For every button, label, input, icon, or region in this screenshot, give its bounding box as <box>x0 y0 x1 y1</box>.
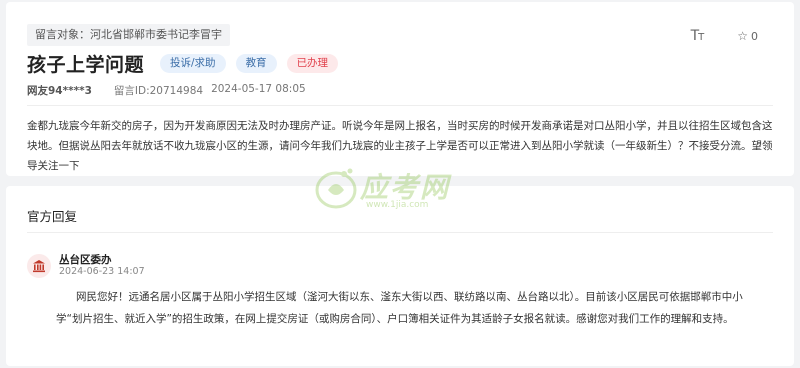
author-name: 网友94****3 <box>27 85 92 97</box>
category-badge: 教育 <box>235 54 277 73</box>
reply-org-name: 丛台区委办 <box>59 254 112 266</box>
message-target-tag: 留言对象：河北省邯郸市委书记李冒宇 <box>27 24 230 46</box>
reply-date: 2024-06-23 14:07 <box>59 266 145 277</box>
divider <box>27 105 773 106</box>
message-id: 留言ID:20714984 <box>113 85 204 97</box>
reply-heading: 官方回复 <box>27 209 78 224</box>
font-size-icon[interactable]: TT <box>691 28 705 44</box>
official-reply-card: 官方回复 丛台区委办 2024-06-23 14:07 网民您好！远通名居小区属… <box>6 186 794 366</box>
status-badge: 已办理 <box>286 54 339 73</box>
title-row: 孩子上学问题 投诉/求助 教育 已办理 <box>27 50 339 77</box>
favorite-count: 0 <box>751 29 758 43</box>
type-badge: 投诉/求助 <box>160 54 226 73</box>
message-content: 金都九珑宸今年新交的房子，因为开发商原因无法及时办理房产证。听说今年是网上报名，… <box>27 120 773 172</box>
message-card: 留言对象：河北省邯郸市委书记李冒宇 TT ☆ 0 孩子上学问题 投诉/求助 教育… <box>6 2 794 176</box>
reply-content: 网民您好！远通名居小区属于丛阳小学招生区域（滏河大街以东、滏东大街以西、联纺路以… <box>56 291 743 325</box>
message-date: 2024-05-17 08:05 <box>211 83 306 95</box>
page-title: 孩子上学问题 <box>27 54 145 76</box>
message-tools: TT ☆ 0 <box>691 28 758 44</box>
government-building-icon <box>27 254 51 278</box>
divider <box>27 232 773 233</box>
favorite-button[interactable]: ☆ 0 <box>737 29 758 43</box>
star-icon: ☆ <box>737 29 748 43</box>
message-meta: 网友94****3 留言ID:20714984 2024-05-17 08:05 <box>27 83 306 98</box>
